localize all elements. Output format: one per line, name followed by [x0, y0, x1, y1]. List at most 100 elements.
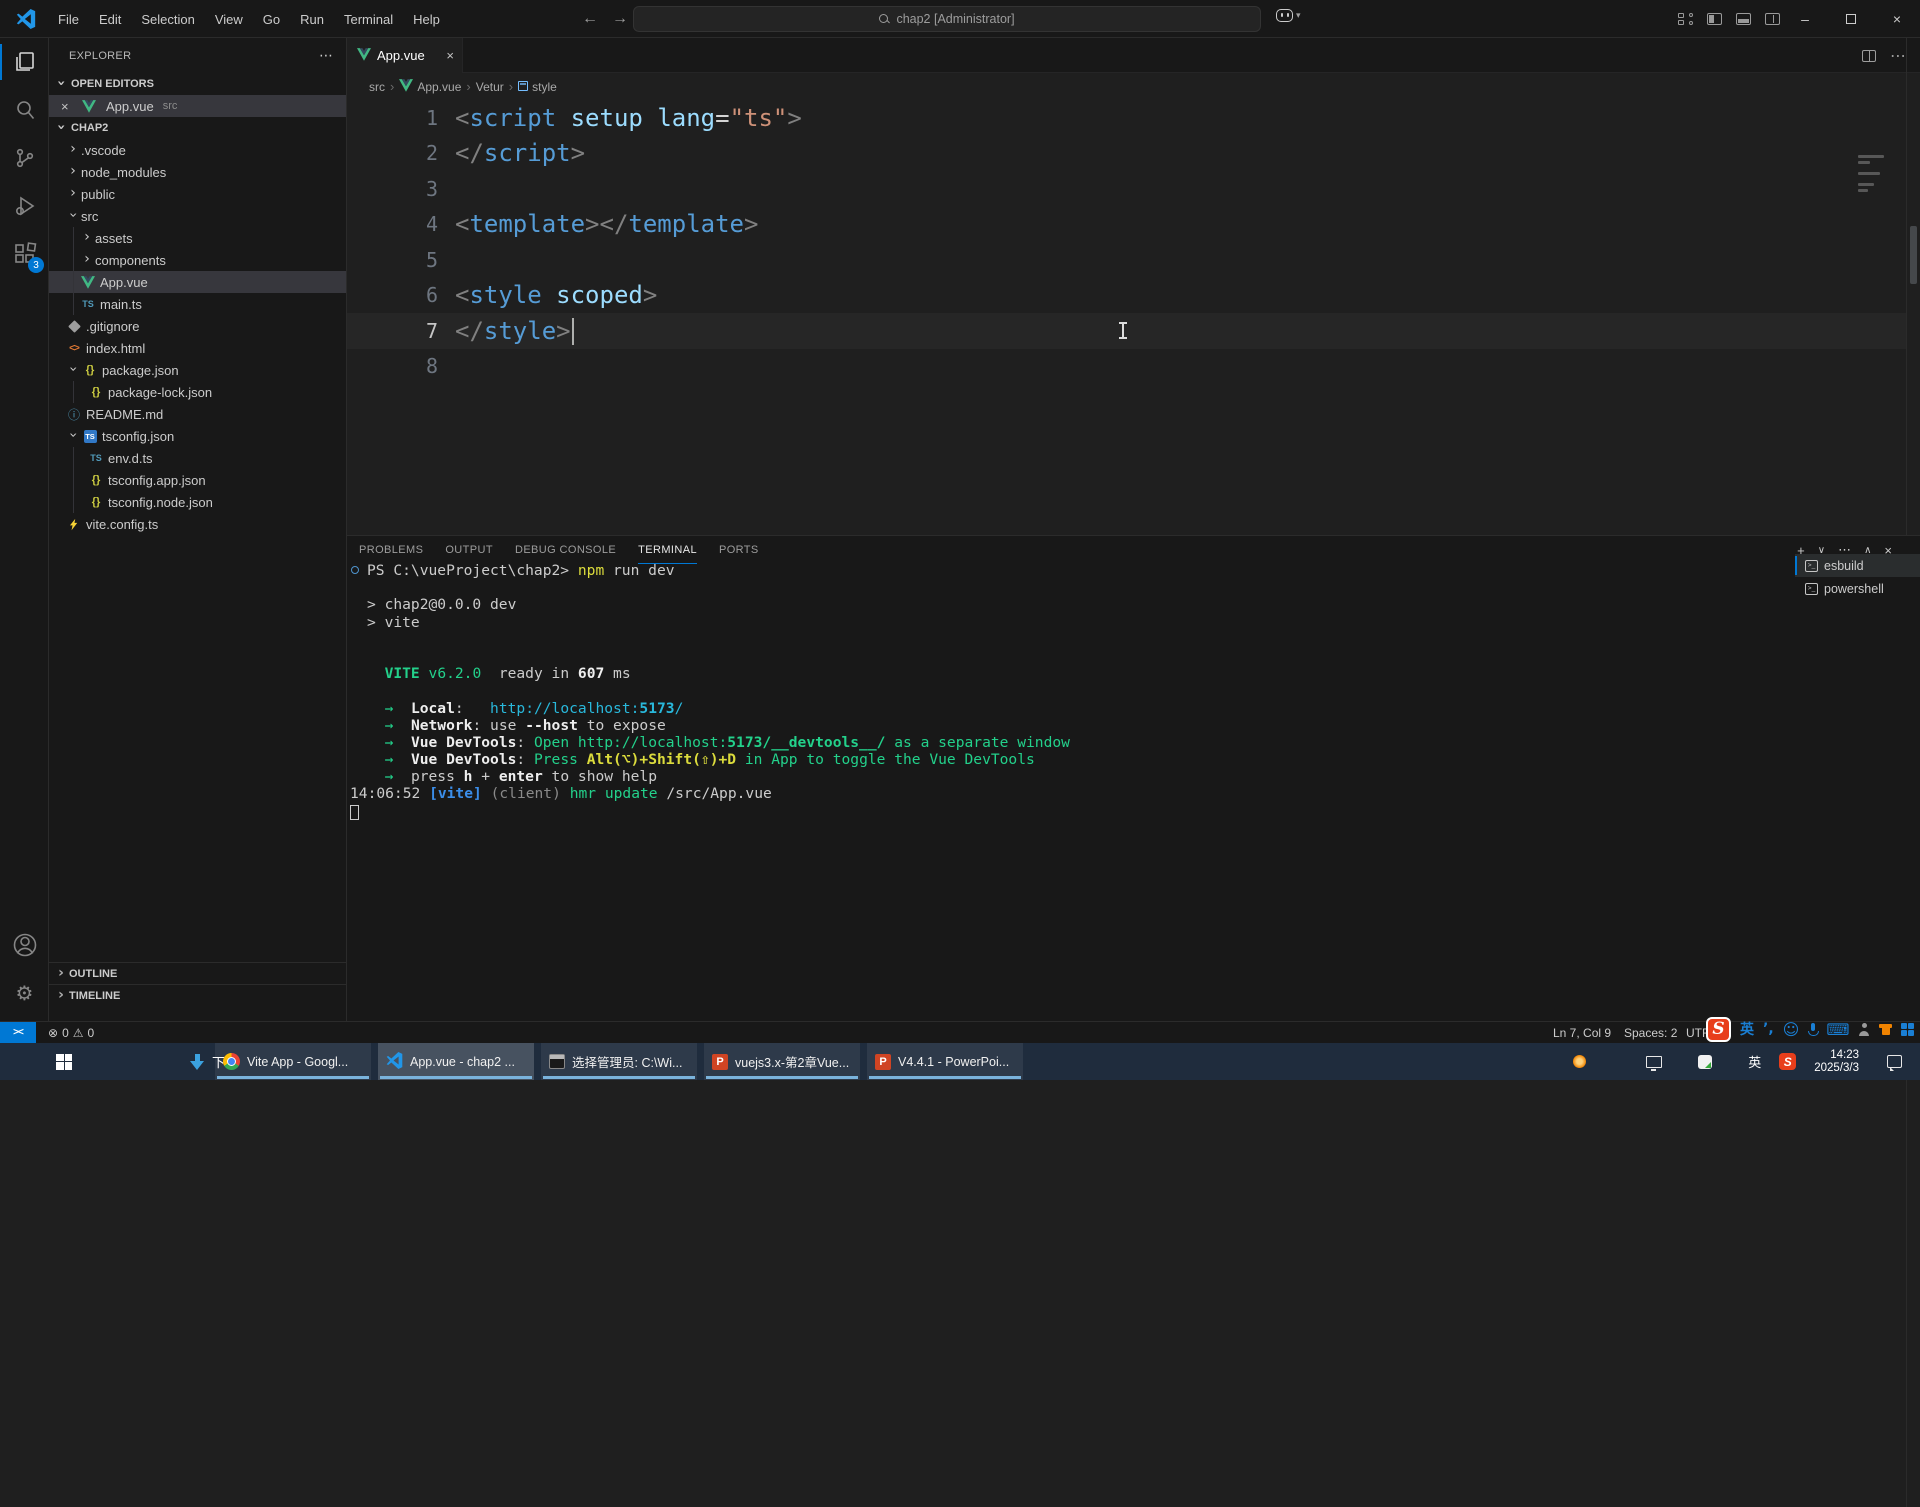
mouse-utility-icon[interactable]	[1698, 1055, 1712, 1069]
tray-app-icon[interactable]	[1573, 1055, 1586, 1068]
sogou-tray-icon[interactable]: S	[1779, 1053, 1796, 1070]
indentation-status[interactable]: Spaces: 2	[1624, 1022, 1677, 1043]
search-activity-icon[interactable]	[0, 86, 49, 134]
keyboard-icon[interactable]: ⌨	[1826, 1020, 1849, 1039]
panel-tab-ports[interactable]: PORTS	[719, 536, 759, 564]
code-line-1[interactable]: 1<script setup lang="ts">	[347, 100, 1906, 136]
code-line-6[interactable]: 6<style scoped>	[347, 278, 1906, 314]
menu-go[interactable]: Go	[253, 12, 290, 27]
taskbar-task-vscode[interactable]: App.vue - chap2 ...	[378, 1043, 534, 1080]
panel-tab-debug-console[interactable]: DEBUG CONSOLE	[515, 536, 616, 564]
microphone-icon[interactable]	[1808, 1023, 1817, 1036]
explorer-activity-icon[interactable]	[0, 38, 49, 86]
breadcrumb-app.vue[interactable]: App.vue	[399, 79, 461, 95]
copilot-button[interactable]: ▾	[1276, 9, 1301, 22]
breadcrumb-src[interactable]: src	[369, 80, 385, 94]
taskbar-task-ppt[interactable]: Pvuejs3.x-第2章Vue...	[704, 1043, 860, 1080]
taskbar-task-chrome[interactable]: Vite App - Googl...	[215, 1043, 371, 1080]
toggle-panel-icon[interactable]	[1736, 13, 1751, 25]
cursor-position-status[interactable]: Ln 7, Col 9	[1553, 1022, 1611, 1043]
tree-item-vite-config-ts[interactable]: vite.config.ts	[49, 513, 346, 535]
taskbar-clock[interactable]: 14:23 2025/3/3	[1814, 1049, 1859, 1075]
start-button[interactable]	[44, 1043, 84, 1080]
terminal-output[interactable]: PS C:\vueProject\chap2> npm run dev> cha…	[350, 562, 1795, 1021]
network-display-icon[interactable]	[1646, 1056, 1662, 1068]
notification-center-icon[interactable]	[1887, 1055, 1902, 1068]
tree-item-assets[interactable]: ›assets	[49, 227, 346, 249]
breadcrumb-style[interactable]: style	[518, 80, 557, 94]
explorer-more-actions-icon[interactable]: ⋯	[319, 47, 334, 64]
open-editors-section[interactable]: › OPEN EDITORS	[49, 73, 346, 95]
account-person-icon[interactable]	[1858, 1023, 1870, 1036]
tree-item-env-d-ts[interactable]: TSenv.d.ts	[49, 447, 346, 469]
extensions-icon[interactable]: 3	[0, 230, 49, 278]
panel-tab-problems[interactable]: PROBLEMS	[359, 536, 423, 564]
toggle-sidebar-icon[interactable]	[1707, 13, 1722, 25]
open-editor-item[interactable]: × App.vue src	[49, 95, 346, 117]
outline-section[interactable]: › OUTLINE	[49, 962, 346, 984]
menu-help[interactable]: Help	[403, 12, 450, 27]
tree-item-public[interactable]: ›public	[49, 183, 346, 205]
code-line-8[interactable]: 8	[347, 349, 1906, 385]
run-debug-icon[interactable]	[0, 182, 49, 230]
editor-more-actions-icon[interactable]: ⋯	[1890, 46, 1906, 66]
settings-gear-icon[interactable]: ⚙	[0, 969, 49, 1017]
account-icon[interactable]	[0, 921, 49, 969]
nav-forward-icon[interactable]: →	[612, 10, 628, 28]
emoji-icon[interactable]: ☺	[1783, 1020, 1800, 1039]
tree-item--gitignore[interactable]: .gitignore	[49, 315, 346, 337]
skin-icon[interactable]	[1879, 1024, 1892, 1035]
terminal-instance-powershell[interactable]: >_powershell	[1795, 577, 1920, 600]
tree-item--vscode[interactable]: ›.vscode	[49, 139, 346, 161]
tree-item-app-vue[interactable]: App.vue	[49, 271, 346, 293]
code-line-2[interactable]: 2</script>	[347, 136, 1906, 172]
tree-item-src[interactable]: ›src	[49, 205, 346, 227]
tree-item-index-html[interactable]: <>index.html	[49, 337, 346, 359]
restore-button[interactable]	[1828, 0, 1874, 38]
command-decoration-icon[interactable]	[351, 566, 359, 574]
source-control-icon[interactable]	[0, 134, 49, 182]
tree-item-package-lock-json[interactable]: {}package-lock.json	[49, 381, 346, 403]
ime-language-indicator[interactable]: 英	[1748, 1052, 1761, 1071]
toggle-secondary-sidebar-icon[interactable]	[1765, 13, 1780, 25]
close-button[interactable]: ×	[1874, 0, 1920, 38]
problems-status[interactable]: ⊗ 0 ⚠ 0	[48, 1022, 94, 1043]
menu-selection[interactable]: Selection	[131, 12, 204, 27]
menu-terminal[interactable]: Terminal	[334, 12, 403, 27]
breadcrumb-vetur[interactable]: Vetur	[476, 80, 504, 94]
menu-file[interactable]: File	[48, 12, 89, 27]
tree-item-tsconfig-node-json[interactable]: {}tsconfig.node.json	[49, 491, 346, 513]
toolbox-grid-icon[interactable]	[1901, 1023, 1914, 1036]
nav-back-icon[interactable]: ←	[582, 10, 598, 28]
taskbar-task-ppt[interactable]: PV4.4.1 - PowerPoi...	[867, 1043, 1023, 1080]
tree-item-package-json[interactable]: ›{}package.json	[49, 359, 346, 381]
tree-item-readme-md[interactable]: ⓘREADME.md	[49, 403, 346, 425]
customize-layout-icon[interactable]	[1678, 13, 1693, 25]
minimize-button[interactable]: –	[1782, 0, 1828, 38]
terminal-instance-esbuild[interactable]: >_esbuild	[1795, 554, 1920, 577]
ime-punctuation-toggle[interactable]: ’,	[1763, 1021, 1774, 1037]
tab-app-vue[interactable]: App.vue ×	[347, 38, 463, 73]
code-line-3[interactable]: 3	[347, 171, 1906, 207]
tree-item-tsconfig-json[interactable]: ›TStsconfig.json	[49, 425, 346, 447]
tree-item-tsconfig-app-json[interactable]: {}tsconfig.app.json	[49, 469, 346, 491]
remote-indicator[interactable]: ><	[0, 1022, 36, 1043]
taskbar-task-cmd[interactable]: 选择管理员: C:\Wi...	[541, 1043, 697, 1080]
tree-item-components[interactable]: ›components	[49, 249, 346, 271]
menu-edit[interactable]: Edit	[89, 12, 131, 27]
close-icon[interactable]: ×	[61, 99, 75, 114]
panel-tab-terminal[interactable]: TERMINAL	[638, 536, 697, 564]
tree-item-main-ts[interactable]: TSmain.ts	[49, 293, 346, 315]
command-center-search[interactable]: chap2 [Administrator]	[633, 6, 1261, 32]
sogou-logo-icon[interactable]: S	[1706, 1017, 1731, 1042]
timeline-section[interactable]: › TIMELINE	[49, 984, 346, 1006]
ime-language-toggle[interactable]: 英	[1740, 1019, 1754, 1039]
panel-tab-output[interactable]: OUTPUT	[445, 536, 493, 564]
code-line-4[interactable]: 4<template></template>	[347, 207, 1906, 243]
split-editor-icon[interactable]	[1862, 50, 1876, 62]
scrollbar-thumb[interactable]	[1910, 226, 1917, 284]
menu-run[interactable]: Run	[290, 12, 334, 27]
close-icon[interactable]: ×	[446, 48, 454, 63]
project-root-chap2[interactable]: › CHAP2	[49, 117, 346, 139]
tree-item-node-modules[interactable]: ›node_modules	[49, 161, 346, 183]
